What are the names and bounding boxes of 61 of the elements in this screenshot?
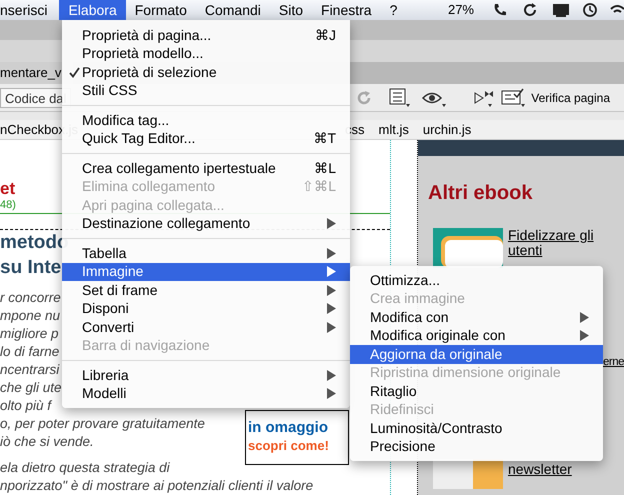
counter-label: 48)	[0, 198, 16, 214]
logo-fragment: et	[0, 180, 16, 198]
article-line: che gli ute	[0, 379, 62, 397]
ebook-link[interactable]: erne	[602, 354, 624, 372]
menu-item[interactable]: Modelli	[62, 384, 350, 403]
menu-item[interactable]: Precisione	[350, 438, 603, 456]
article-line: o, per poter provare gratuitamente	[0, 415, 205, 433]
menu-item[interactable]: Set di frame	[62, 281, 350, 300]
check-page-button[interactable]: Verifica pagina	[531, 88, 610, 106]
battery-label: 27%	[448, 1, 474, 20]
menu-bar-item[interactable]: Elabora	[59, 0, 126, 20]
ebook-cover-icon	[433, 459, 503, 490]
ebook-link[interactable]: newsletter	[508, 459, 572, 480]
menu-bar-item[interactable]: Comandi	[196, 0, 270, 20]
article-line: ncentrarsi	[0, 361, 60, 379]
menu-item[interactable]: Modifica originale con	[350, 326, 603, 345]
menu-bar-item[interactable]: Formato	[126, 0, 196, 20]
menu-item[interactable]: Disponi	[62, 300, 350, 318]
shortcut-label: ⌘T	[313, 129, 336, 148]
sync-icon	[522, 2, 538, 18]
menu-bar-item[interactable]: Finestra	[312, 0, 381, 20]
article-line: iò che si vende.	[0, 433, 94, 451]
menu-item[interactable]: Luminosità/Contrasto	[350, 419, 603, 438]
article-line: ela dietro questa strategia di	[0, 459, 170, 477]
checklist-icon[interactable]	[501, 88, 528, 108]
menu-item[interactable]: Ritaglio	[350, 382, 603, 400]
list-icon[interactable]	[389, 88, 412, 108]
side-panel-title: Altri ebook	[428, 181, 534, 206]
shortcut-label: ⌘L	[314, 158, 336, 178]
menu-item[interactable]: Destinazione collegamento	[62, 214, 350, 233]
display-icon	[552, 2, 570, 18]
menu-item[interactable]: Libreria	[62, 366, 350, 384]
menu-bar-item[interactable]: ?	[380, 0, 406, 20]
file-tab[interactable]: urchin.js	[422, 120, 472, 140]
menu-item[interactable]: Converti	[62, 318, 350, 336]
banner-link: scopri come!	[248, 437, 329, 455]
article-line: r concorre	[0, 289, 61, 307]
article-heading: su Inte	[0, 256, 62, 280]
menu-item[interactable]: Immagine	[62, 262, 350, 281]
menu-item[interactable]: Ottimizza...	[350, 271, 603, 290]
checkmark-icon	[68, 66, 80, 78]
menu-bar-item[interactable]: nserisci	[0, 0, 60, 20]
clock-icon	[582, 2, 598, 18]
article-line: olto più f	[0, 397, 52, 415]
file-tab[interactable]: mlt.js	[378, 120, 409, 140]
shortcut-label: ⌘J	[315, 26, 336, 45]
shortcut-label: ⇧⌘L	[302, 177, 336, 196]
phone-icon	[492, 2, 508, 18]
article-line: migliore p	[0, 325, 59, 343]
menu-item[interactable]: Aggiorna da originale	[350, 345, 603, 364]
banner-text: in omaggio	[248, 419, 328, 437]
ad-banner[interactable]: in omaggio scopri come!	[245, 410, 349, 465]
article-line: nporizzato" è di mostrare ai potenziali clienti il valore	[0, 477, 314, 495]
article-line: mpone nu	[0, 307, 60, 325]
menu-item[interactable]: Crea collegamento ipertestuale ⌘L	[62, 159, 350, 178]
article-line: lo di farne	[0, 343, 60, 361]
menu-bar-item[interactable]: Sito	[270, 0, 312, 20]
menu-item[interactable]: Modifica con	[350, 308, 603, 326]
ebook-link[interactable]: Fidelizzare gli utenti	[508, 228, 618, 268]
menu-item[interactable]: Proprietà di pagina... ⌘J	[62, 26, 350, 44]
menu-item[interactable]: Modifica tag...	[62, 111, 350, 130]
